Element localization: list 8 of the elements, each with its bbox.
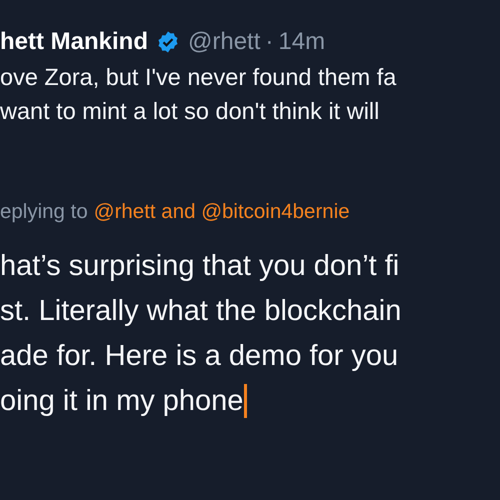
reply-input-field[interactable]: hat’s surprising that you don’t fi st. Literally what the blockchain ade for. Here is a demo for you oing it in my phone: [0, 244, 402, 424]
mention-links[interactable]: @rhett and @bitcoin4bernie: [94, 200, 350, 224]
separator-dot: ·: [265, 28, 274, 56]
tweet-time: 14m: [278, 28, 326, 56]
author-handle[interactable]: @rhett: [188, 28, 260, 56]
author-name[interactable]: hett Mankind: [0, 28, 148, 56]
tweet-text: ove Zora, but I've never found them fa want to mint a lot so don't think it will: [0, 63, 398, 126]
replying-to-label: eplying to: [0, 200, 88, 224]
